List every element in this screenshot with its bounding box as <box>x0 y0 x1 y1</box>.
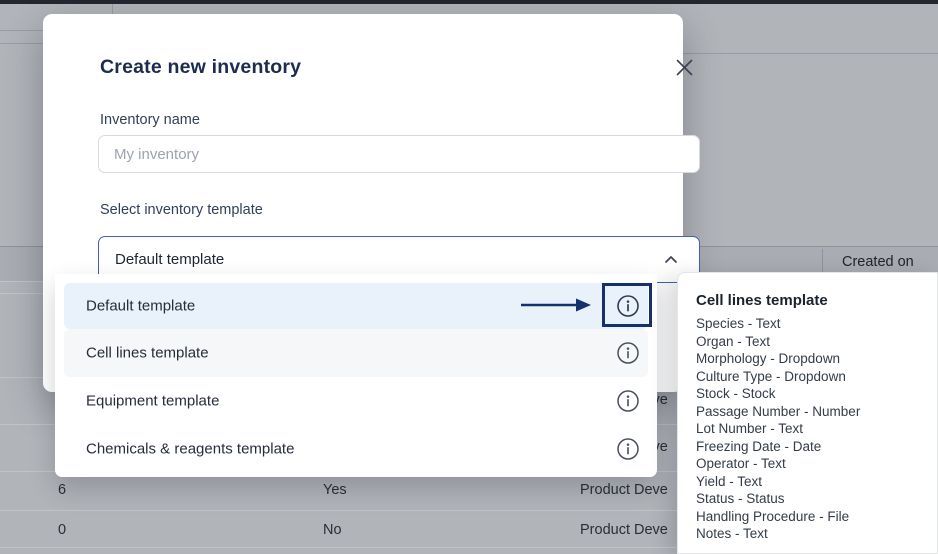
info-icon[interactable] <box>616 294 640 318</box>
close-button[interactable] <box>671 54 697 80</box>
backdrop-row-line <box>0 30 45 31</box>
template-select-label: Select inventory template <box>100 202 263 218</box>
inventory-name-label: Inventory name <box>100 112 200 128</box>
tooltip-field: Culture Type - Dropdown <box>696 368 923 386</box>
tooltip-field: Organ - Text <box>696 333 923 351</box>
tooltip-field: Passage Number - Number <box>696 403 923 421</box>
annotation-arrow-icon <box>519 294 593 316</box>
option-label: Equipment template <box>86 393 219 410</box>
template-info-tooltip: Cell lines template Species - Text Organ… <box>677 272 938 554</box>
app-root: Created on Product Deve Product Deve 6 Y… <box>0 0 938 554</box>
table-cell-count: 6 <box>58 482 66 498</box>
top-bar <box>0 0 938 4</box>
tooltip-field: Morphology - Dropdown <box>696 350 923 368</box>
info-icon[interactable] <box>616 437 640 461</box>
modal-title: Create new inventory <box>100 56 301 79</box>
tooltip-field: Lot Number - Text <box>696 420 923 438</box>
tooltip-field: Operator - Text <box>696 455 923 473</box>
tooltip-title: Cell lines template <box>696 292 923 309</box>
table-cell-flag: No <box>323 522 342 538</box>
option-equipment-template[interactable]: Equipment template <box>64 377 648 425</box>
tooltip-field: Yield - Text <box>696 473 923 491</box>
tooltip-field: Status - Status <box>696 490 923 508</box>
info-icon[interactable] <box>616 389 640 413</box>
backdrop-row-line <box>0 43 45 44</box>
close-icon <box>676 59 693 76</box>
tooltip-field: Stock - Stock <box>696 385 923 403</box>
table-cell-template: Product Deve <box>580 522 668 538</box>
table-cell-count: 0 <box>58 522 66 538</box>
option-default-template[interactable]: Default template <box>64 283 648 329</box>
option-label: Chemicals & reagents template <box>86 441 294 458</box>
inventory-name-input[interactable] <box>98 135 700 173</box>
backdrop-column-header-created-on: Created on <box>842 254 914 270</box>
table-cell-template: Product Deve <box>580 482 668 498</box>
option-chemicals-reagents-template[interactable]: Chemicals & reagents template <box>64 425 648 473</box>
table-cell-flag: Yes <box>323 482 347 498</box>
chevron-up-icon <box>663 252 679 268</box>
option-label: Default template <box>86 298 195 315</box>
tooltip-field: Handling Procedure - File <box>696 508 923 526</box>
info-icon[interactable] <box>616 341 640 365</box>
tooltip-field: Notes - Text <box>696 525 923 543</box>
option-label: Cell lines template <box>86 345 209 362</box>
option-cell-lines-template[interactable]: Cell lines template <box>64 329 648 377</box>
template-dropdown-list: Default template Cell lines template <box>55 274 657 477</box>
tooltip-field: Species - Text <box>696 315 923 333</box>
template-select-value: Default template <box>115 251 224 268</box>
backdrop-row-line <box>683 53 938 54</box>
tooltip-field: Freezing Date - Date <box>696 438 923 456</box>
